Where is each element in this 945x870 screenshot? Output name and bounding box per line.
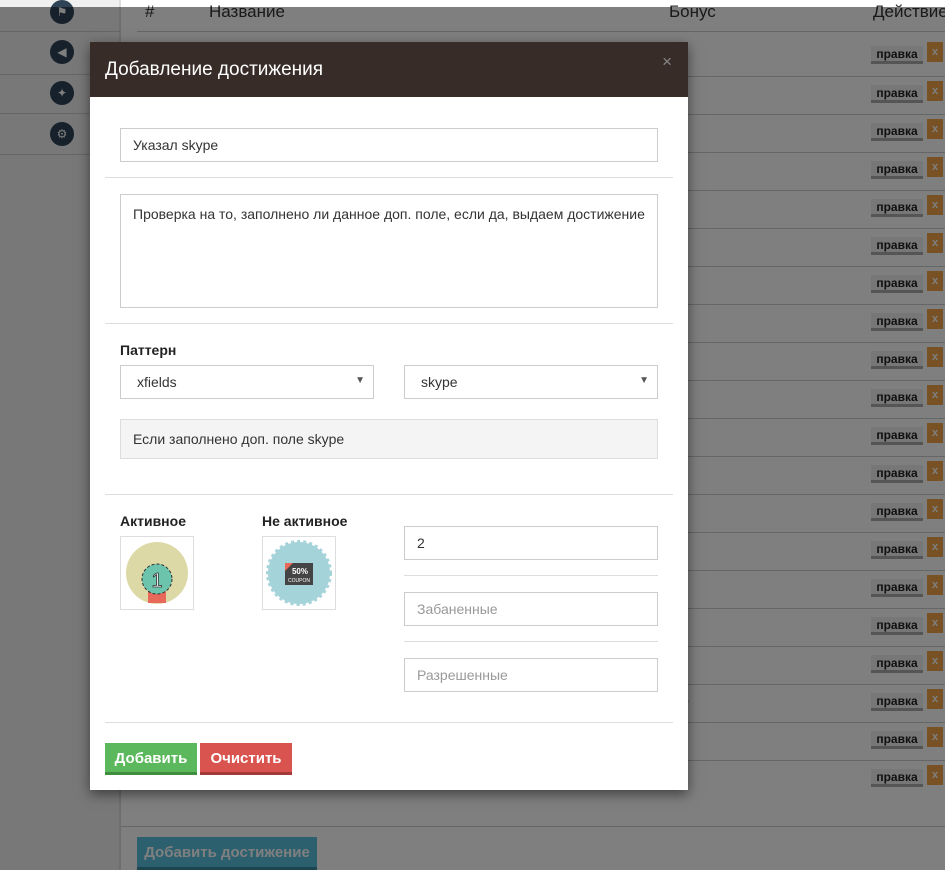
divider xyxy=(105,494,673,495)
inactive-label: Не активное xyxy=(262,513,348,529)
allowed-input[interactable]: Разрешенные xyxy=(404,658,658,692)
description-value: Проверка на то, заполнено ли данное доп.… xyxy=(133,206,645,222)
name-value: Указал skype xyxy=(133,137,219,153)
add-button[interactable]: Добавить xyxy=(105,743,197,775)
badge-coupon: COUPON xyxy=(288,578,310,584)
pattern-label: Паттерн xyxy=(120,342,177,358)
name-input[interactable]: Указал skype xyxy=(120,128,658,162)
pattern-type-value: xfields xyxy=(137,374,177,390)
add-achievement-modal: Добавление достижения × Указал skype Про… xyxy=(90,42,688,790)
pattern-description-text: Если заполнено доп. поле skype xyxy=(133,431,345,447)
clear-button[interactable]: Очистить xyxy=(200,743,292,775)
banned-input[interactable]: Забаненные xyxy=(404,592,658,626)
modal-header: Добавление достижения × xyxy=(90,42,688,97)
pattern-description: Если заполнено доп. поле skype xyxy=(120,419,658,459)
chevron-down-icon: ▼ xyxy=(639,375,649,386)
pattern-field-value: skype xyxy=(421,374,458,390)
description-textarea[interactable]: Проверка на то, заполнено ли данное доп.… xyxy=(120,194,658,308)
value-text: 2 xyxy=(417,535,425,551)
active-image[interactable]: 1 xyxy=(120,536,194,610)
divider xyxy=(105,177,673,178)
badge-number: 1 xyxy=(151,570,162,592)
value-input[interactable]: 2 xyxy=(404,526,658,560)
inactive-image[interactable]: 50% COUPON xyxy=(262,536,336,610)
pattern-type-select[interactable]: xfields ▼ xyxy=(120,365,374,399)
divider xyxy=(404,575,658,576)
banned-placeholder: Забаненные xyxy=(417,601,498,617)
divider xyxy=(105,323,673,324)
pattern-field-select[interactable]: skype ▼ xyxy=(404,365,658,399)
active-label: Активное xyxy=(120,513,186,529)
chevron-down-icon: ▼ xyxy=(355,375,365,386)
divider xyxy=(105,722,673,723)
close-icon[interactable]: × xyxy=(662,52,672,72)
badge-percent: 50% xyxy=(292,567,308,576)
divider xyxy=(404,641,658,642)
modal-title: Добавление достижения xyxy=(105,59,324,80)
allowed-placeholder: Разрешенные xyxy=(417,667,508,683)
